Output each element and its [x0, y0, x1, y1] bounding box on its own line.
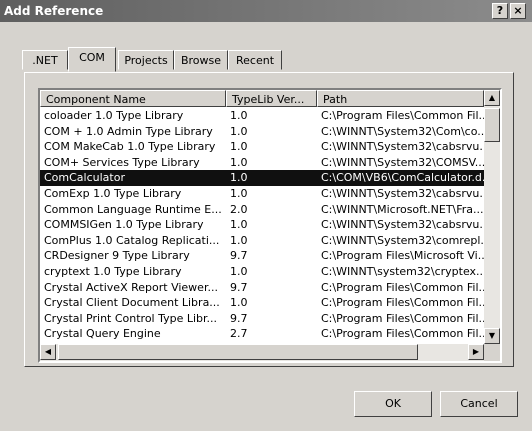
- component-name-cell: Common Language Runtime E...: [44, 202, 222, 216]
- component-list[interactable]: Component Name TypeLib Ver... Path coloa…: [38, 88, 502, 363]
- typelib-version-cell: 1.0: [230, 218, 248, 232]
- tab-dotnet[interactable]: .NET: [22, 50, 68, 70]
- path-cell: C:\WINNT\System32\cabsrvu...: [321, 140, 484, 154]
- path-cell: C:\Program Files\Common Fil...: [321, 311, 484, 325]
- path-cell: C:\COM\VB6\ComCalculator.d...: [321, 171, 484, 185]
- typelib-version-cell: 1.0: [230, 296, 248, 310]
- tab-projects[interactable]: Projects: [118, 50, 174, 70]
- typelib-version-cell: 1.0: [230, 171, 248, 185]
- path-cell: C:\WINNT\System32\cabsrvu...: [321, 218, 484, 232]
- horizontal-scroll-thumb[interactable]: [58, 344, 418, 360]
- typelib-version-cell: 1.0: [230, 124, 248, 138]
- typelib-version-cell: 1.0: [230, 155, 248, 169]
- typelib-version-cell: 1.0: [230, 140, 248, 154]
- column-header-component-name[interactable]: Component Name: [40, 90, 226, 107]
- typelib-version-cell: 1.0: [230, 187, 248, 200]
- tab-com[interactable]: COM: [68, 47, 116, 72]
- component-name-cell: ComExp 1.0 Type Library: [44, 187, 182, 200]
- path-cell: C:\WINNT\System32\comrepl...: [321, 233, 484, 247]
- table-row[interactable]: ComCalculator 1.0 C:\COM\VB6\ComCalculator…: [40, 170, 484, 186]
- table-row[interactable]: ComExp 1.0 Type Library 1.0 C:\WINNT\Syste…: [40, 186, 484, 202]
- table-row[interactable]: coloader 1.0 Type Library 1.0 C:\Program F…: [40, 108, 484, 124]
- component-name-cell: COM+ Services Type Library: [44, 155, 200, 169]
- table-row[interactable]: COMMSIGen 1.0 Type Library 1.0 C:\WINNT\Sy…: [40, 217, 484, 233]
- table-row[interactable]: Crystal Client Document Libra... 1.0 C:\Pr…: [40, 295, 484, 311]
- path-cell: C:\Program Files\Common Fil...: [321, 296, 484, 310]
- title-bar: Add Reference ? ×: [0, 0, 532, 22]
- path-cell: C:\WINNT\Microsoft.NET\Fra...: [321, 202, 484, 216]
- typelib-version-cell: 1.0: [230, 109, 248, 122]
- horizontal-scrollbar[interactable]: ◀ ▶: [40, 344, 484, 361]
- path-cell: C:\WINNT\System32\COMSV...: [321, 155, 484, 169]
- typelib-version-cell: 2.0: [230, 202, 248, 216]
- path-cell: C:\WINNT\System32\cabsrvu...: [321, 187, 484, 200]
- component-name-cell: COMMSIGen 1.0 Type Library: [44, 218, 204, 232]
- path-cell: C:\Program Files\Microsoft Vi...: [321, 249, 484, 263]
- path-cell: C:\Program Files\Common Fil...: [321, 280, 484, 294]
- table-row[interactable]: CRDesigner 9 Type Library 9.7 C:\Program F…: [40, 248, 484, 264]
- table-row[interactable]: Crystal ActiveX Report Viewer... 9.7 C:\Pr…: [40, 280, 484, 296]
- component-name-cell: coloader 1.0 Type Library: [44, 109, 184, 122]
- component-name-cell: COM + 1.0 Admin Type Library: [44, 124, 213, 138]
- component-name-cell: cryptext 1.0 Type Library: [44, 265, 182, 278]
- help-button[interactable]: ?: [492, 3, 508, 19]
- path-cell: C:\Program Files\Common Fil...: [321, 327, 484, 341]
- component-name-cell: COM MakeCab 1.0 Type Library: [44, 140, 216, 154]
- column-header-typelib-version[interactable]: TypeLib Ver...: [226, 90, 317, 107]
- cancel-button[interactable]: Cancel: [440, 391, 518, 417]
- ok-button[interactable]: OK: [354, 391, 432, 417]
- table-row[interactable]: ComPlus 1.0 Catalog Replicati... 1.0 C:\WI…: [40, 233, 484, 249]
- path-cell: C:\WINNT\system32\cryptex...: [321, 265, 484, 278]
- vertical-scroll-thumb[interactable]: [484, 108, 500, 142]
- typelib-version-cell: 1.0: [230, 265, 248, 278]
- component-name-cell: Crystal Print Control Type Libr...: [44, 311, 218, 325]
- table-row[interactable]: Common Language Runtime E... 2.0 C:\WINNT\…: [40, 202, 484, 218]
- table-row[interactable]: COM+ Services Type Library 1.0 C:\WINNT\Sy…: [40, 155, 484, 171]
- component-name-cell: Crystal Query Engine: [44, 327, 161, 341]
- table-row[interactable]: COM MakeCab 1.0 Type Library 1.0 C:\WINNT\…: [40, 139, 484, 155]
- typelib-version-cell: 9.7: [230, 249, 248, 263]
- typelib-version-cell: 1.0: [230, 233, 248, 247]
- typelib-version-cell: 2.7: [230, 327, 248, 341]
- table-row[interactable]: COM + 1.0 Admin Type Library 1.0 C:\WINNT\…: [40, 124, 484, 140]
- list-header: Component Name TypeLib Ver... Path: [40, 90, 484, 107]
- table-row[interactable]: cryptext 1.0 Type Library 1.0 C:\WINNT\sys…: [40, 264, 484, 280]
- component-name-cell: Crystal ActiveX Report Viewer...: [44, 280, 218, 294]
- scroll-down-icon[interactable]: ▼: [484, 328, 500, 344]
- component-name-cell: ComPlus 1.0 Catalog Replicati...: [44, 233, 220, 247]
- scroll-corner: [484, 344, 500, 361]
- typelib-version-cell: 9.7: [230, 280, 248, 294]
- typelib-version-cell: 9.7: [230, 311, 248, 325]
- tab-browse[interactable]: Browse: [174, 50, 228, 70]
- scroll-up-icon[interactable]: ▲: [484, 90, 500, 106]
- path-cell: C:\Program Files\Common Fil...: [321, 109, 484, 122]
- table-row[interactable]: Crystal Query Engine 2.7 C:\Program Files\…: [40, 326, 484, 342]
- component-name-cell: Crystal Client Document Libra...: [44, 296, 220, 310]
- scroll-left-icon[interactable]: ◀: [40, 344, 56, 360]
- column-header-path[interactable]: Path: [317, 90, 484, 107]
- scroll-right-icon[interactable]: ▶: [468, 344, 484, 360]
- close-button[interactable]: ×: [510, 3, 526, 19]
- component-name-cell: ComCalculator: [44, 171, 125, 185]
- window-title: Add Reference: [4, 4, 104, 18]
- table-row[interactable]: Crystal Print Control Type Libr... 9.7 C:\…: [40, 311, 484, 327]
- component-name-cell: CRDesigner 9 Type Library: [44, 249, 190, 263]
- path-cell: C:\WINNT\System32\Com\co...: [321, 124, 484, 138]
- vertical-scrollbar[interactable]: ▲ ▼: [484, 90, 500, 344]
- tab-recent[interactable]: Recent: [228, 50, 282, 70]
